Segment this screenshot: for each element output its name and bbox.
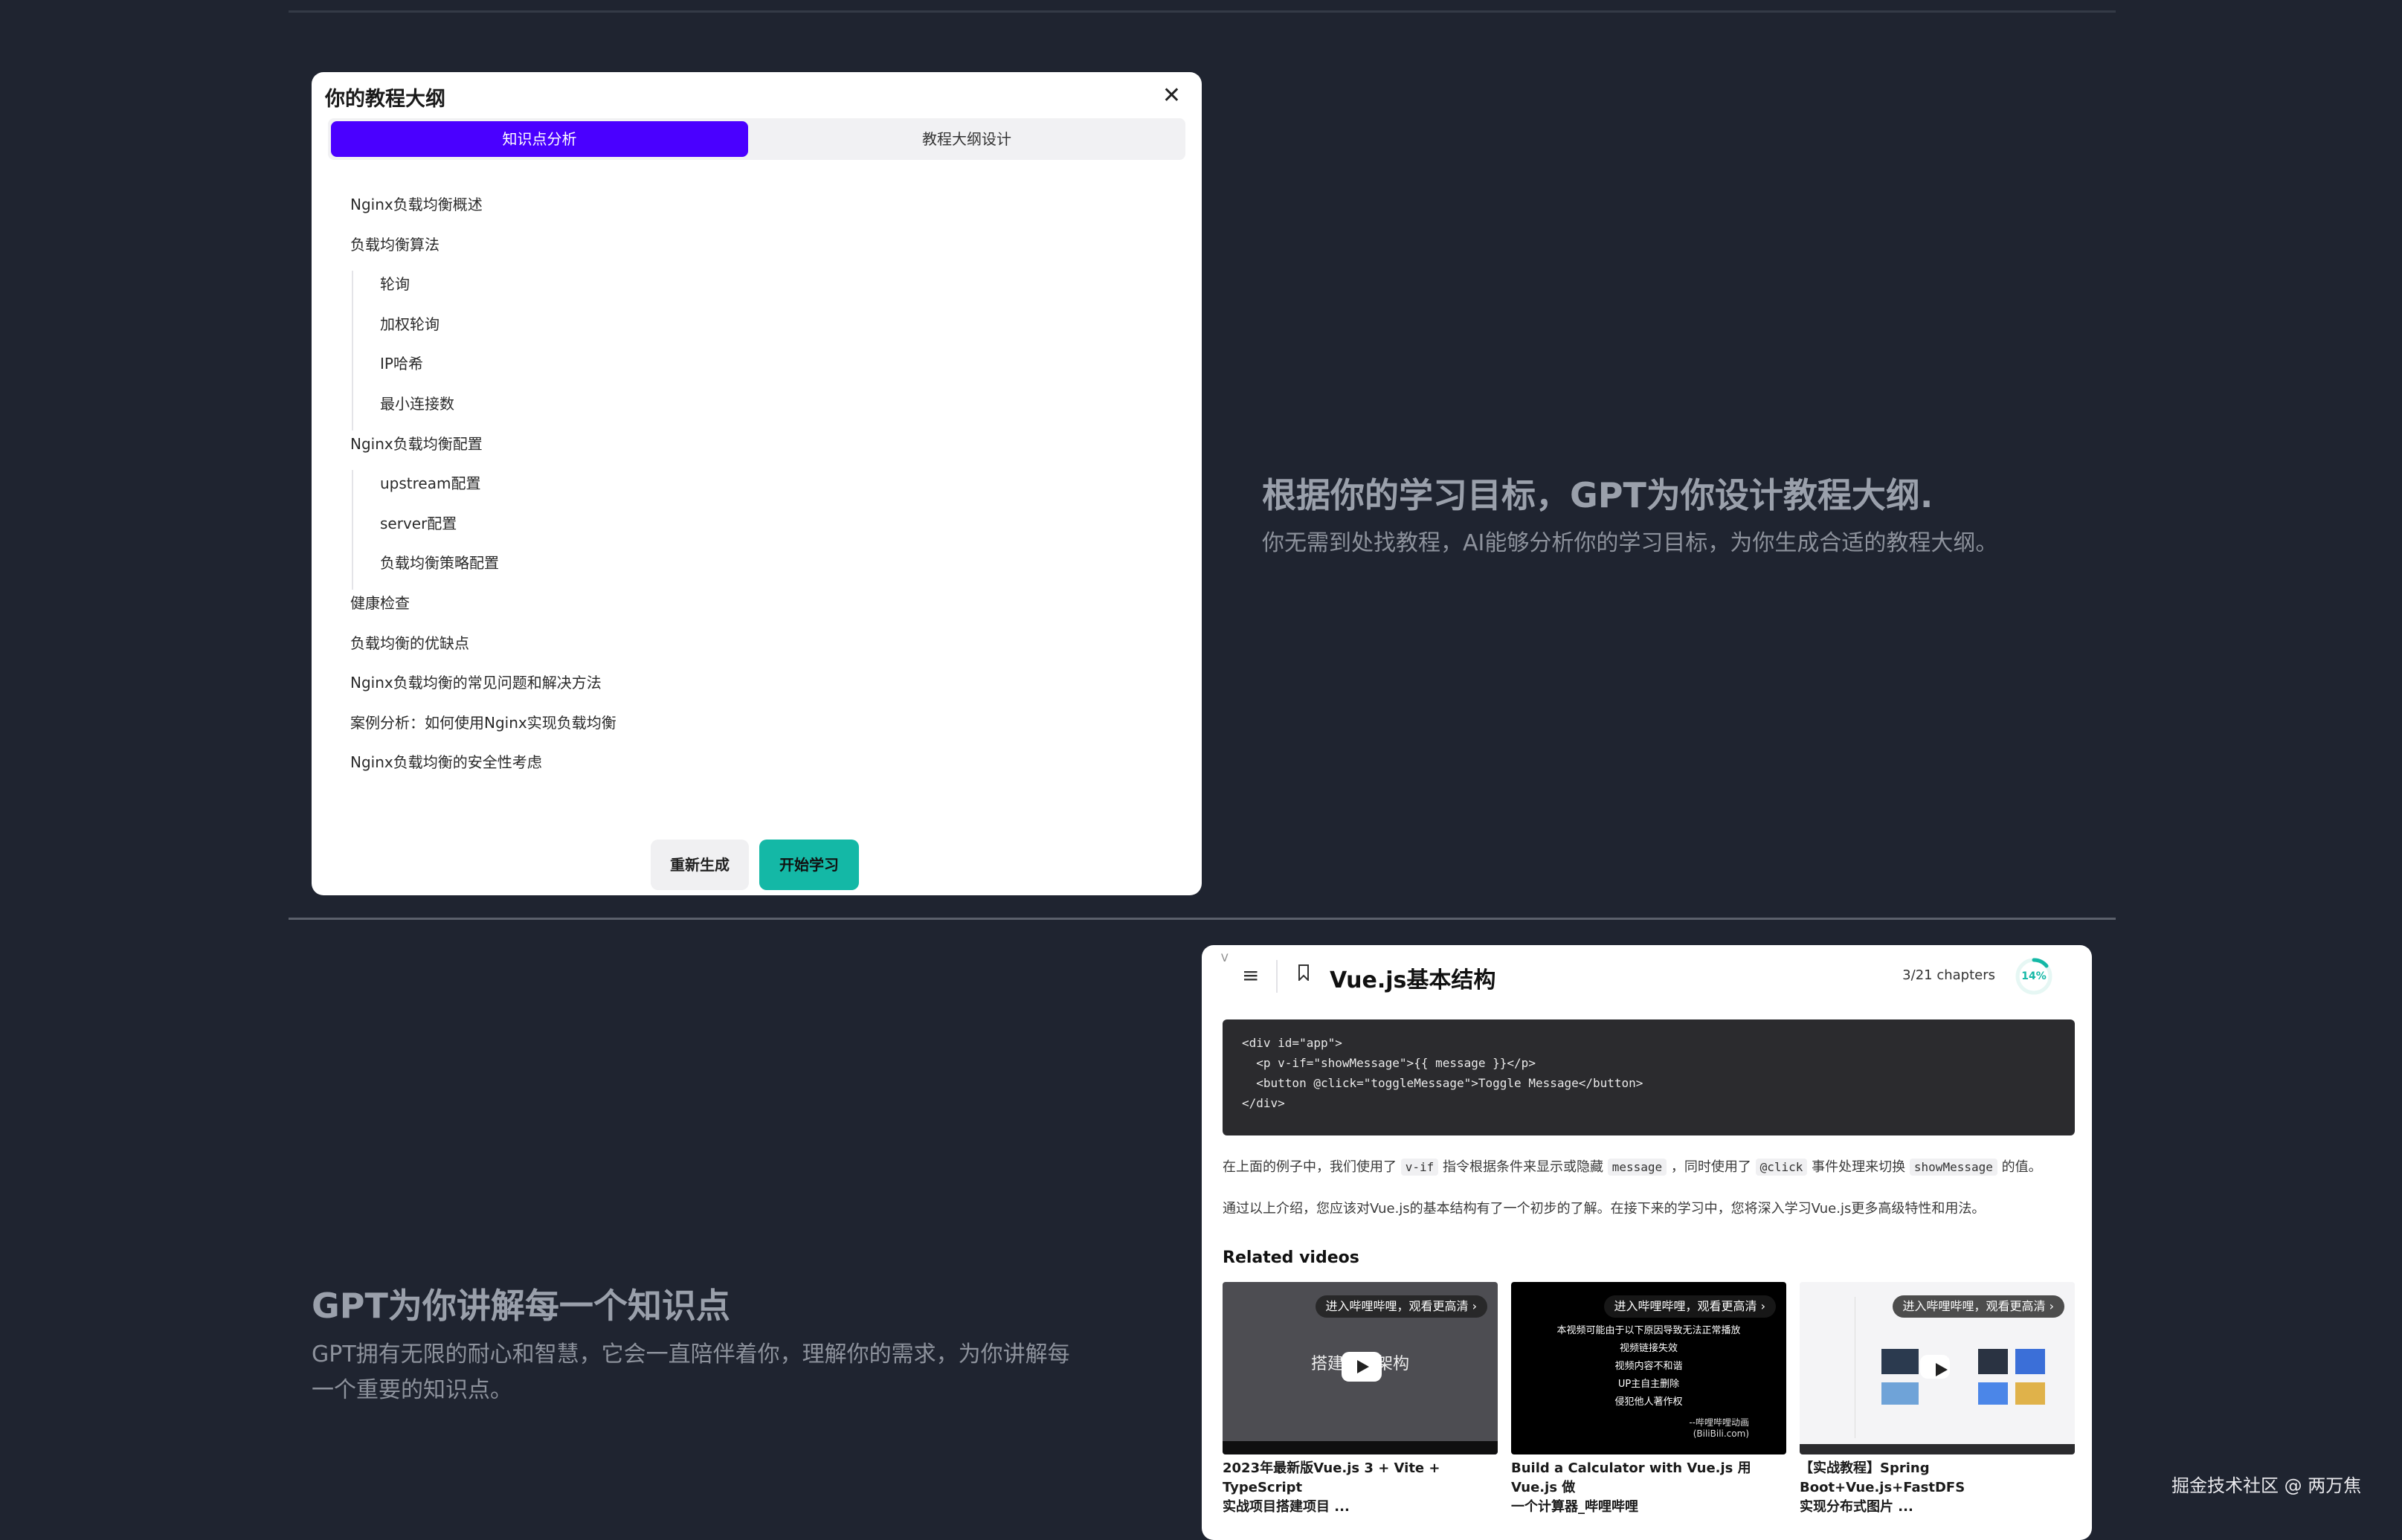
chapter-counter: 3/21 chapters: [1902, 967, 1995, 983]
para-text: 事件处理来切换: [1812, 1159, 1906, 1175]
play-icon[interactable]: [1342, 1352, 1382, 1382]
feature2-description-line2: 一个重要的知识点。: [312, 1377, 512, 1403]
screenshot-tile: [1881, 1349, 1919, 1374]
code-line: <button @click="toggleMessage">Toggle Me…: [1242, 1076, 1643, 1090]
player-bar: [1223, 1441, 1498, 1454]
unavailable-line: 视频内容不和谐: [1614, 1361, 1683, 1372]
outline-subitem: upstream配置: [352, 470, 616, 510]
video-thumbnail[interactable]: 进入哔哩哔哩，观看更高清 › 搭建项目架构: [1223, 1282, 1498, 1454]
bilibili-link-pill[interactable]: 进入哔哩哔哩，观看更高清 ›: [1892, 1295, 2064, 1318]
outline-tabs: 知识点分析 教程大纲设计: [328, 118, 1185, 160]
video-caption-line: 2023年最新版Vue.js 3 + Vite + TypeScript: [1223, 1460, 1440, 1495]
video-thumbnail[interactable]: 进入哔哩哔哩，观看更高清 › 本视频可能由于以下原因导致无法正常播放 视频链接失…: [1511, 1282, 1786, 1454]
player-bar: [1800, 1444, 2075, 1454]
credit-line: (BiliBili.com): [1693, 1428, 1749, 1439]
explanation-paragraph: 在上面的例子中，我们使用了 v-if 指令根据条件来显示或隐藏 message …: [1223, 1156, 2042, 1176]
header-separator: [1276, 960, 1278, 993]
outline-item: Nginx负载均衡的常见问题和解决方法: [350, 674, 602, 692]
inline-code: message: [1607, 1159, 1667, 1176]
code-block: <div id="app"> <p v-if="showMessage">{{ …: [1223, 1019, 2075, 1135]
screenshot-tile: [1978, 1349, 2008, 1374]
outline-item: Nginx负载均衡的安全性考虑: [350, 753, 542, 772]
outline-item: 健康检查: [350, 593, 410, 612]
outline-subitem: server配置: [352, 509, 616, 550]
feature1-description: 你无需到处找教程，AI能够分析你的学习目标，为你生成合适的教程大纲。: [1262, 530, 1998, 556]
inline-code: v-if: [1400, 1159, 1439, 1176]
unavailable-line: 侵犯他人著作权: [1614, 1396, 1683, 1408]
video-caption-line: 【实战教程】Spring Boot+Vue.js+FastDFS: [1800, 1460, 1965, 1495]
related-video-card[interactable]: 进入哔哩哔哩，观看更高清 › 本视频可能由于以下原因导致无法正常播放 视频链接失…: [1511, 1282, 1786, 1517]
video-caption-line: 一个计算器_哔哩哔哩: [1511, 1499, 1638, 1515]
outline-item: Nginx负载均衡概述: [350, 196, 483, 213]
related-videos-heading: Related videos: [1223, 1249, 1359, 1267]
outline-item: Nginx负载均衡配置: [350, 434, 483, 453]
feature1-title: 根据你的学习目标，GPT为你设计教程大纲.: [1262, 475, 1933, 515]
progress-percent: 14%: [2021, 970, 2047, 982]
feature2-description: GPT拥有无限的耐心和智慧，它会一直陪伴着你，理解你的需求，为你讲解每 一个重要…: [312, 1337, 1159, 1408]
close-icon[interactable]: ✕: [1162, 83, 1181, 109]
hamburger-menu-icon[interactable]: ≡: [1242, 963, 1259, 988]
outline-list: Nginx负载均衡概述 负载均衡算法轮询 加权轮询 IP哈希 最小连接数 Nginx负载均…: [350, 191, 616, 789]
outline-item: 案例分析：如何使用Nginx实现负载均衡: [350, 713, 616, 732]
unavailable-line: 视频链接失效: [1619, 1343, 1678, 1354]
code-line: <p v-if="showMessage">{{ message }}</p>: [1242, 1056, 1536, 1070]
outline-modal: 你的教程大纲 ✕ 知识点分析 教程大纲设计 Nginx负载均衡概述 负载均衡算法轮…: [312, 72, 1202, 895]
outline-subitem: 最小连接数: [352, 390, 616, 431]
bilibili-credit: --哔哩哔哩动画 (BiliBili.com): [1689, 1416, 1749, 1439]
outline-item: 负载均衡的优缺点: [350, 634, 469, 652]
unavailable-line: UP主自主删除: [1617, 1379, 1680, 1390]
video-caption: 2023年最新版Vue.js 3 + Vite + TypeScript 实战项…: [1223, 1459, 1498, 1517]
middle-divider: [289, 918, 2116, 920]
lesson-card: V ≡ Vue.js基本结构 3/21 chapters 14% <div id…: [1202, 945, 2092, 1540]
outline-item: 负载均衡算法: [350, 235, 439, 254]
para-text: 指令根据条件来显示或隐藏: [1443, 1159, 1603, 1175]
juejin-watermark: 掘金技术社区 @ 两万焦: [2171, 1475, 2362, 1496]
inline-code: @click: [1755, 1159, 1808, 1176]
para-text: 在上面的例子中，我们使用了: [1223, 1159, 1397, 1175]
tab-outline-design[interactable]: 教程大纲设计: [748, 118, 1185, 160]
screenshot-tile: [2015, 1349, 2045, 1374]
lesson-title: Vue.js基本结构: [1330, 967, 1496, 993]
video-caption: Build a Calculator with Vue.js 用Vue.js 做…: [1511, 1459, 1786, 1517]
outline-subitem: 加权轮询: [352, 310, 616, 351]
code-line: </div>: [1242, 1096, 1285, 1110]
corner-mark: V: [1221, 953, 1229, 964]
outline-subitem: 负载均衡策略配置: [352, 550, 616, 590]
screenshot-sidebar: [1810, 1297, 1855, 1438]
video-caption-line: 实战项目搭建项目 ...: [1223, 1499, 1350, 1515]
play-icon[interactable]: [1920, 1355, 1950, 1379]
video-caption: 【实战教程】Spring Boot+Vue.js+FastDFS 实现分布式图片…: [1800, 1459, 2075, 1517]
regenerate-button[interactable]: 重新生成: [651, 840, 749, 890]
feature2-title: GPT为你讲解每一个知识点: [312, 1286, 730, 1326]
outline-subitem: IP哈希: [352, 350, 616, 390]
unavailable-line: 本视频可能由于以下原因导致无法正常播放: [1556, 1325, 1741, 1336]
screenshot-tile: [1881, 1382, 1919, 1405]
modal-title: 你的教程大纲: [325, 88, 445, 111]
video-thumbnail[interactable]: 进入哔哩哔哩，观看更高清 ›: [1800, 1282, 2075, 1454]
inline-code: showMessage: [1909, 1159, 1997, 1176]
feature2-description-line1: GPT拥有无限的耐心和智慧，它会一直陪伴着你，理解你的需求，为你讲解每: [312, 1341, 1070, 1367]
start-learning-button[interactable]: 开始学习: [759, 840, 859, 890]
unavailable-message: 本视频可能由于以下原因导致无法正常播放 视频链接失效 视频内容不和谐 UP主自主…: [1511, 1322, 1786, 1411]
summary-paragraph: 通过以上介绍，您应该对Vue.js的基本结构有了一个初步的了解。在接下来的学习中…: [1223, 1201, 1986, 1217]
bilibili-link-pill[interactable]: 进入哔哩哔哩，观看更高清 ›: [1315, 1295, 1487, 1318]
para-text: 的值。: [2001, 1159, 2042, 1175]
screenshot-tile: [1978, 1382, 2008, 1405]
video-caption-line: 实现分布式图片 ...: [1800, 1499, 1913, 1515]
related-video-card[interactable]: 进入哔哩哔哩，观看更高清 › 搭建项目架构 2023年最新版Vue.js 3 +…: [1223, 1282, 1498, 1517]
para-text: ，同时使用了: [1670, 1159, 1751, 1175]
code-line: <div id="app">: [1242, 1036, 1342, 1050]
credit-line: --哔哩哔哩动画: [1689, 1417, 1749, 1428]
related-video-card[interactable]: 进入哔哩哔哩，观看更高清 › 【实战教程】Spring Boot+Vue.js+…: [1800, 1282, 2075, 1517]
screenshot-tile: [2015, 1382, 2045, 1405]
bilibili-link-pill[interactable]: 进入哔哩哔哩，观看更高清 ›: [1603, 1295, 1776, 1318]
top-divider: [289, 10, 2116, 13]
tab-knowledge-analysis[interactable]: 知识点分析: [331, 121, 748, 157]
video-caption-line: Build a Calculator with Vue.js 用Vue.js 做: [1511, 1460, 1751, 1495]
bookmark-icon[interactable]: [1298, 964, 1309, 981]
outline-subitem: 轮询: [352, 271, 616, 311]
